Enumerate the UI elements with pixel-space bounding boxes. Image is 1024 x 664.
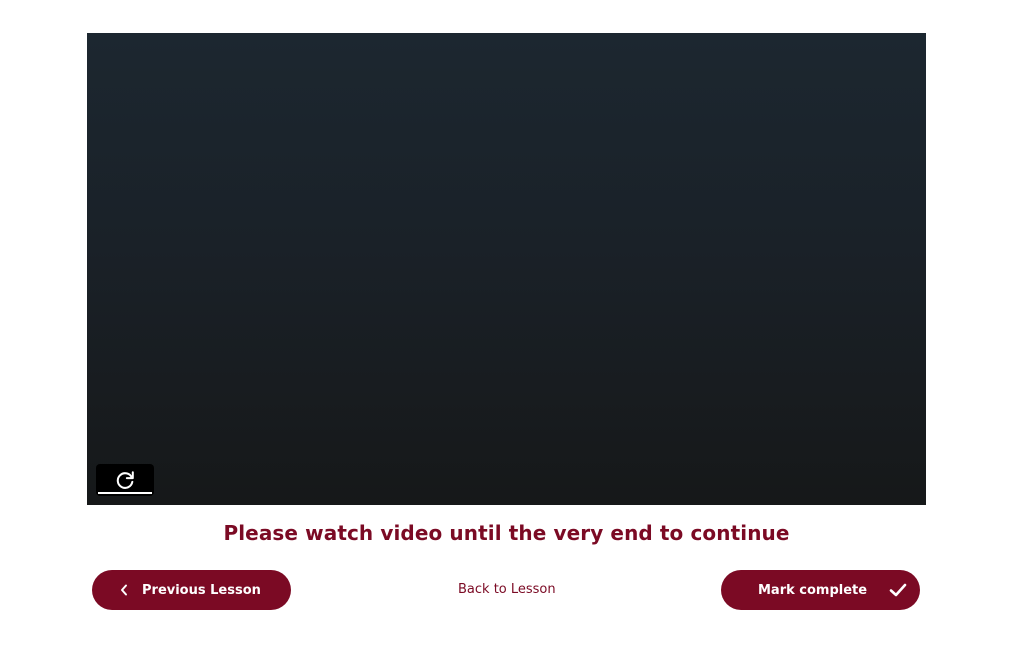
- replay-button[interactable]: [96, 464, 154, 496]
- previous-lesson-label: Previous Lesson: [142, 582, 261, 598]
- watch-video-message: Please watch video until the very end to…: [223, 521, 790, 545]
- checkmark-icon: [888, 580, 908, 600]
- replay-icon: [114, 469, 136, 491]
- mark-complete-label: Mark complete: [758, 582, 868, 598]
- previous-lesson-button[interactable]: Previous Lesson: [92, 570, 291, 610]
- mark-complete-button[interactable]: Mark complete: [721, 570, 920, 610]
- lesson-page: Please watch video until the very end to…: [0, 0, 1024, 664]
- chevron-left-icon: [120, 584, 128, 596]
- video-player[interactable]: [87, 33, 926, 505]
- back-to-lesson-link[interactable]: Back to Lesson: [458, 582, 556, 597]
- video-progress-bar[interactable]: [98, 492, 152, 494]
